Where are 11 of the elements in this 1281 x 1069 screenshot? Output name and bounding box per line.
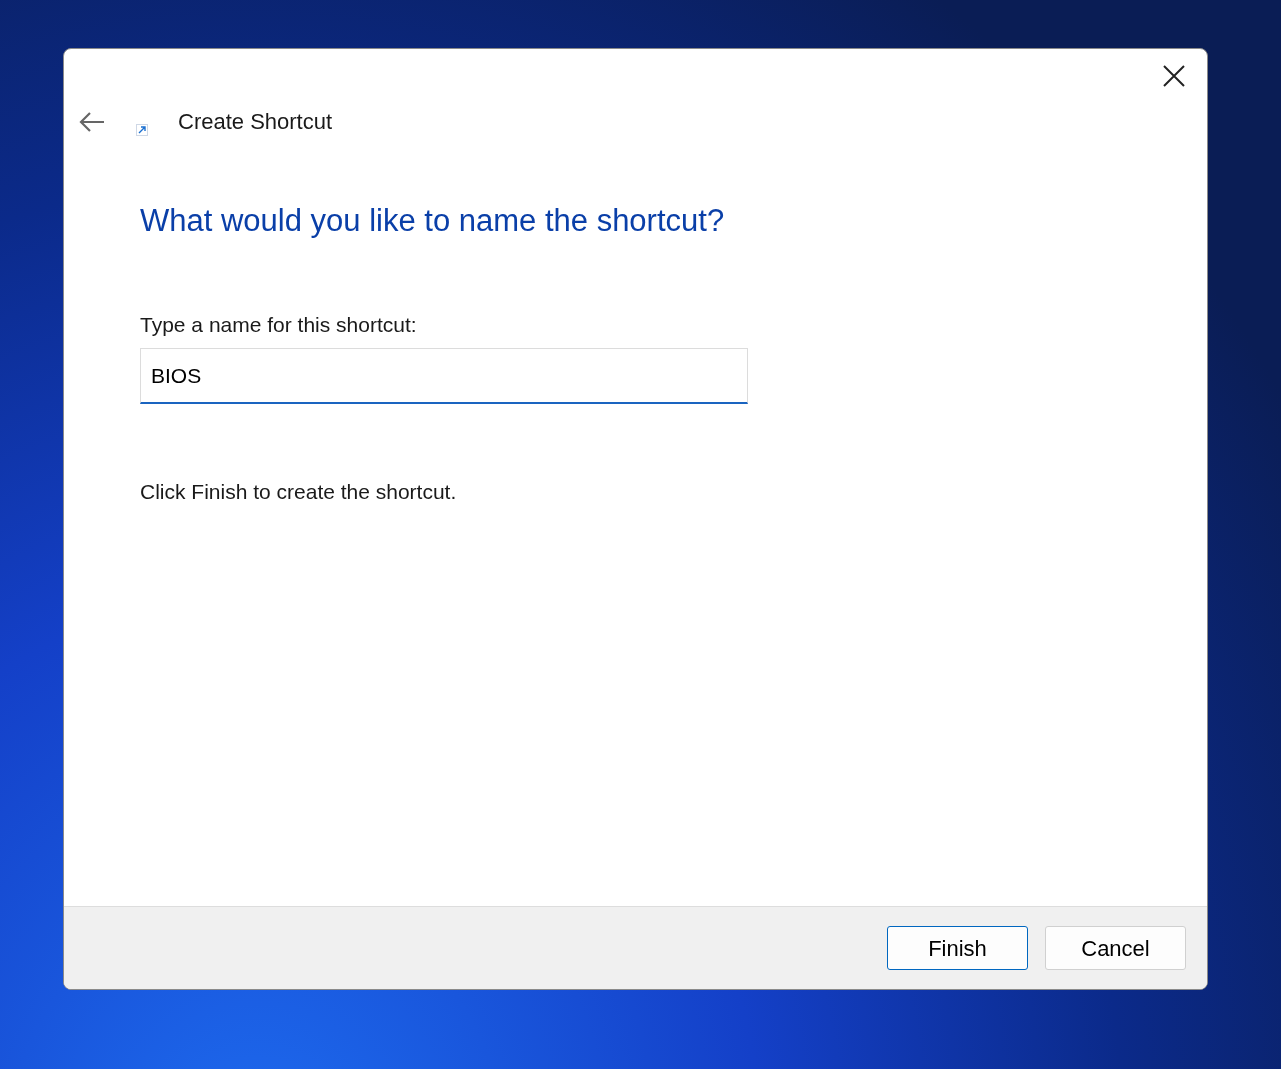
field-label: Type a name for this shortcut: [140, 311, 418, 338]
window-title: Create Shortcut [178, 108, 333, 136]
back-arrow-icon [79, 110, 105, 133]
close-icon [1163, 65, 1185, 87]
close-button[interactable] [1161, 63, 1187, 89]
instruction-text: Click Finish to create the shortcut. [140, 479, 458, 506]
shortcut-arrow-icon [136, 123, 148, 136]
dialog-button[interactable]: Finish [887, 926, 1028, 970]
wizard-heading: What would you like to name the shortcut? [140, 202, 726, 240]
dialog-button[interactable]: Cancel [1045, 926, 1186, 970]
name-input-field[interactable]: BIOS [140, 348, 748, 405]
